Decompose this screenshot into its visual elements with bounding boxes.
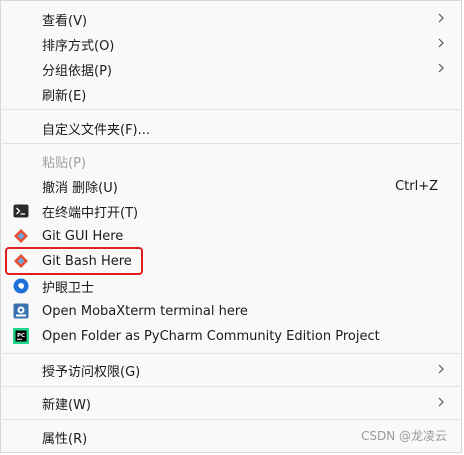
chevron-right-icon	[438, 364, 444, 374]
menu-item-undo-delete[interactable]: 撤消 删除(U) Ctrl+Z	[2, 174, 460, 198]
chevron-right-icon	[438, 63, 444, 73]
menu-item-refresh[interactable]: 刷新(E)	[2, 82, 460, 106]
menu-item-paste: 粘贴(P)	[2, 149, 460, 173]
menu-item-pycharm-label: Open Folder as PyCharm Community Edition…	[42, 328, 380, 344]
svg-text:PC: PC	[17, 333, 25, 339]
menu-item-refresh-label: 刷新(E)	[42, 88, 87, 104]
menu-item-eye-guard[interactable]: 护眼卫士	[2, 274, 460, 298]
separator	[2, 109, 460, 110]
menu-item-view[interactable]: 查看(V)	[2, 7, 460, 31]
menu-item-eye-guard-label: 护眼卫士	[42, 280, 95, 296]
separator	[2, 386, 460, 387]
menu-item-undo-delete-label: 撤消 删除(U)	[42, 180, 118, 196]
menu-item-customize-folder[interactable]: 自定义文件夹(F)...	[2, 116, 460, 140]
menu-item-new-label: 新建(W)	[42, 397, 91, 413]
menu-item-group-by[interactable]: 分组依据(P)	[2, 57, 460, 81]
context-menu: 查看(V) 排序方式(O) 分组依据(P) 刷新(E) 自定义文件夹(F)...…	[0, 0, 462, 453]
menu-item-open-in-terminal-label: 在终端中打开(T)	[42, 205, 139, 221]
git-icon	[14, 229, 28, 243]
terminal-icon	[13, 204, 29, 218]
menu-item-paste-label: 粘贴(P)	[42, 155, 86, 171]
menu-item-open-in-terminal[interactable]: 在终端中打开(T)	[2, 199, 460, 223]
separator	[2, 419, 460, 420]
menu-item-view-label: 查看(V)	[42, 13, 88, 29]
eye-guard-icon	[13, 278, 29, 294]
separator	[2, 143, 460, 144]
menu-item-sort-by[interactable]: 排序方式(O)	[2, 32, 460, 56]
menu-item-grant-access-label: 授予访问权限(G)	[42, 364, 141, 380]
menu-item-new[interactable]: 新建(W)	[2, 391, 460, 415]
chevron-right-icon	[438, 38, 444, 48]
menu-item-grant-access[interactable]: 授予访问权限(G)	[2, 358, 460, 382]
chevron-right-icon	[438, 13, 444, 23]
chevron-right-icon	[438, 397, 444, 407]
watermark: CSDN @龙凌云	[360, 429, 447, 443]
mobaxterm-icon	[13, 303, 29, 319]
shortcut-label: Ctrl+Z	[395, 178, 438, 194]
menu-item-group-by-label: 分组依据(P)	[42, 63, 112, 79]
menu-item-git-gui-label: Git GUI Here	[42, 228, 124, 244]
separator	[2, 353, 460, 354]
highlight-box	[5, 247, 143, 275]
menu-item-pycharm[interactable]: PC Open Folder as PyCharm Community Edit…	[2, 324, 460, 348]
menu-item-mobaxterm-label: Open MobaXterm terminal here	[42, 303, 248, 319]
menu-item-sort-by-label: 排序方式(O)	[42, 38, 115, 54]
menu-item-customize-folder-label: 自定义文件夹(F)...	[42, 122, 151, 138]
menu-item-properties-label: 属性(R)	[42, 431, 88, 447]
menu-item-mobaxterm[interactable]: Open MobaXterm terminal here	[2, 299, 460, 323]
menu-item-git-gui[interactable]: Git GUI Here	[2, 224, 460, 248]
pycharm-icon: PC	[13, 328, 29, 344]
